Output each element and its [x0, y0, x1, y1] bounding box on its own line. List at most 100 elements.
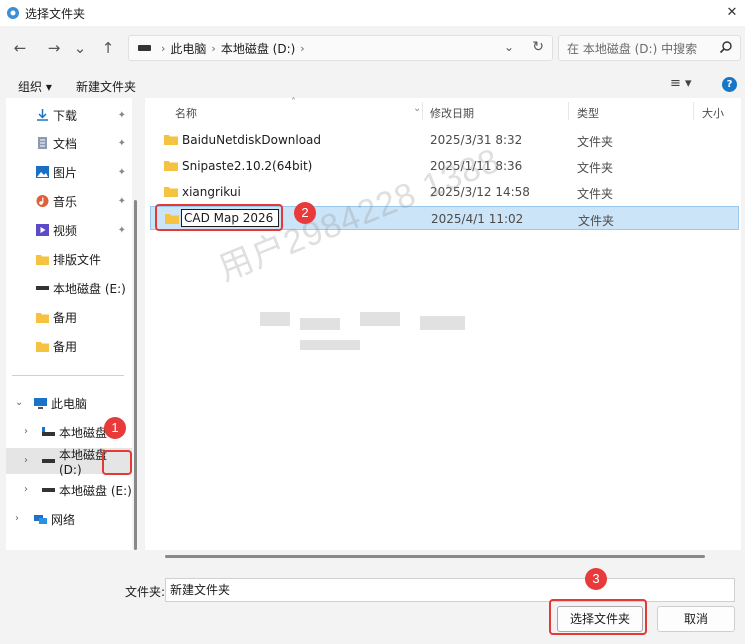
sidebar-item-music[interactable]: 音乐 ✦: [6, 188, 132, 214]
back-button[interactable]: ←: [10, 38, 30, 58]
drive-icon: [42, 459, 55, 463]
help-icon[interactable]: ?: [722, 77, 737, 92]
folder-name-field[interactable]: 新建文件夹: [165, 578, 735, 602]
highlight-select-button: [549, 599, 647, 635]
sidebar-item-label: 本地磁盘: [59, 425, 108, 440]
sidebar-item-typesetting[interactable]: 排版文件: [6, 246, 132, 272]
breadcrumb-separator: ›: [211, 41, 216, 55]
sort-up-icon: ˄: [291, 97, 296, 108]
chevron-right-icon[interactable]: ›: [15, 513, 19, 524]
column-header-type[interactable]: 类型: [577, 105, 599, 121]
row-name: xiangrikui: [182, 185, 241, 199]
step-marker-2: 2: [294, 202, 316, 224]
sidebar-item-label: 本地磁盘 (E:): [59, 483, 132, 498]
address-dropdown-icon[interactable]: ⌄: [504, 40, 514, 54]
sidebar-item-label: 视频: [53, 223, 78, 238]
row-type: 文件夹: [577, 135, 614, 149]
chevron-right-icon[interactable]: ›: [24, 455, 28, 466]
organize-button[interactable]: 组织 ▾: [18, 78, 52, 95]
folder-icon: [164, 161, 178, 171]
sidebar-item-label: 备用: [53, 310, 78, 325]
pin-icon: ✦: [117, 225, 126, 236]
blurred-region: [300, 340, 360, 350]
breadcrumb-separator: ›: [161, 41, 166, 55]
row-name: Snipaste2.10.2(64bit): [182, 159, 313, 173]
network-icon: [34, 515, 47, 524]
search-icon: [719, 41, 732, 54]
folder-icon: [164, 135, 178, 145]
column-header-size[interactable]: 大小: [702, 105, 724, 121]
sidebar-item-label: 备用: [53, 339, 78, 354]
column-header-row: 名称 ˄ ⌄ 修改日期 类型 大小: [145, 97, 741, 124]
navigation-bar: ← → ⌄ ↑ › 此电脑 › 本地磁盘 (D:) › ⌄ ↻ 在 本地磁盘 (…: [0, 26, 745, 70]
row-type: 文件夹: [578, 214, 615, 228]
column-header-date[interactable]: 修改日期: [430, 105, 474, 121]
sidebar-item-label: 下载: [53, 108, 78, 123]
sidebar-item-videos[interactable]: 视频 ✦: [6, 217, 132, 243]
chevron-right-icon[interactable]: ›: [24, 484, 28, 495]
column-header-name[interactable]: 名称: [175, 105, 197, 121]
sidebar-item-backup-1[interactable]: 备用: [6, 304, 132, 330]
column-divider[interactable]: [693, 102, 694, 120]
download-icon: [37, 109, 48, 121]
sidebar-scrollbar[interactable]: [134, 200, 137, 550]
sidebar-item-label: 网络: [51, 512, 76, 527]
chevron-down-icon[interactable]: ⌄: [15, 397, 23, 408]
title-bar: 选择文件夹 ✕: [0, 0, 745, 26]
sidebar-item-drive-e[interactable]: › 本地磁盘 (E:): [6, 477, 132, 503]
video-icon: [36, 224, 49, 236]
sidebar-item-label: 排版文件: [53, 252, 102, 267]
sidebar-item-this-pc[interactable]: ⌄ 此电脑: [6, 390, 132, 416]
table-row[interactable]: BaiduNetdiskDownload 2025/3/31 8:32 文件夹: [150, 128, 739, 152]
sidebar-item-backup-2[interactable]: 备用: [6, 333, 132, 359]
folder-icon: [36, 313, 49, 323]
up-button[interactable]: ↑: [98, 38, 118, 58]
search-placeholder: 在 本地磁盘 (D:) 中搜索: [567, 41, 698, 56]
horizontal-scrollbar[interactable]: [165, 555, 705, 558]
folder-icon: [164, 187, 178, 197]
recent-locations-button[interactable]: ⌄: [70, 38, 90, 58]
refresh-icon[interactable]: ↻: [532, 39, 544, 55]
computer-icon: [34, 398, 47, 409]
row-type: 文件夹: [577, 187, 614, 201]
sidebar-item-network[interactable]: › 网络: [6, 506, 132, 532]
folder-field-label: 文件夹:: [125, 585, 166, 599]
picture-icon: [36, 166, 49, 178]
sidebar-item-documents[interactable]: 文档 ✦: [6, 130, 132, 156]
drive-icon: [138, 45, 151, 51]
sidebar-item-label: 本地磁盘 (E:): [53, 281, 126, 296]
blurred-region: [420, 316, 465, 330]
pin-icon: ✦: [117, 167, 126, 178]
search-input[interactable]: 在 本地磁盘 (D:) 中搜索: [558, 35, 741, 61]
sidebar-item-downloads[interactable]: 下载 ✦: [6, 102, 132, 128]
new-folder-button[interactable]: 新建文件夹: [76, 78, 136, 95]
navigation-pane: 下载 ✦ 文档 ✦ 图片 ✦ 音乐 ✦ 视频 ✦ 排版文件 本地磁盘 (E:) …: [6, 98, 132, 550]
step-marker-1: 1: [104, 417, 126, 439]
cancel-button[interactable]: 取消: [657, 606, 735, 632]
pin-icon: ✦: [117, 196, 126, 207]
sidebar-item-pictures[interactable]: 图片 ✦: [6, 159, 132, 185]
highlight-drive-d: [102, 450, 132, 475]
drive-icon: [42, 488, 55, 492]
view-options-button[interactable]: ≡ ▾: [670, 76, 692, 91]
close-button[interactable]: ✕: [723, 4, 741, 22]
row-name: BaiduNetdiskDownload: [182, 133, 322, 147]
address-bar[interactable]: › 此电脑 › 本地磁盘 (D:) › ⌄ ↻: [128, 35, 553, 61]
chevron-down-icon[interactable]: ⌄: [413, 103, 421, 114]
highlight-rename: [155, 204, 283, 231]
breadcrumb-drive-d[interactable]: 本地磁盘 (D:): [221, 40, 295, 57]
breadcrumb-this-pc[interactable]: 此电脑: [170, 40, 206, 57]
music-icon: [36, 195, 49, 207]
app-icon: [7, 7, 19, 19]
column-divider[interactable]: [568, 102, 569, 120]
column-divider[interactable]: [422, 102, 423, 120]
pin-icon: ✦: [117, 110, 126, 121]
window-title: 选择文件夹: [25, 6, 86, 21]
breadcrumb-separator[interactable]: ›: [300, 42, 304, 55]
row-type: 文件夹: [577, 161, 614, 175]
forward-button[interactable]: →: [44, 38, 64, 58]
sidebar-item-drive-e-quick[interactable]: 本地磁盘 (E:): [6, 275, 132, 301]
chevron-right-icon[interactable]: ›: [24, 426, 28, 437]
drive-icon: [42, 427, 55, 436]
sidebar-item-label: 音乐: [53, 194, 78, 209]
